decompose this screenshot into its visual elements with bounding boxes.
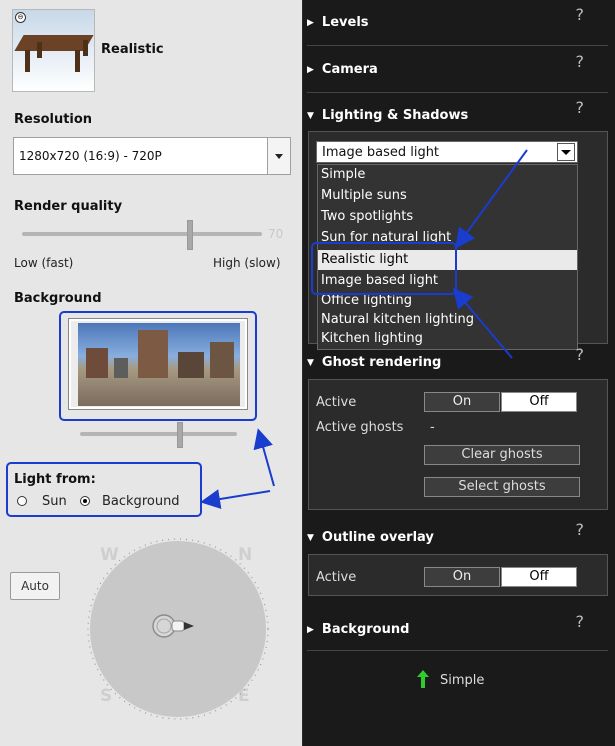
annotation-arrows <box>200 149 528 509</box>
